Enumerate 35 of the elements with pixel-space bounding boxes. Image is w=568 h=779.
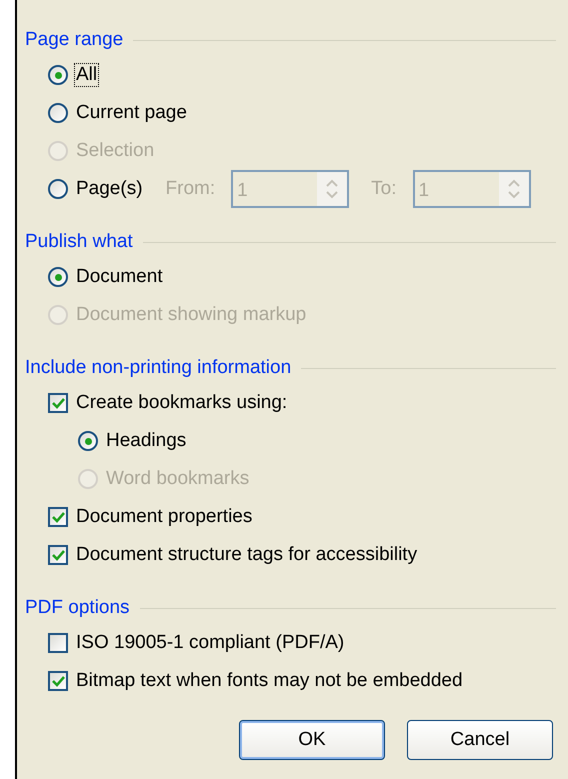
option-label: Current page bbox=[75, 102, 188, 124]
option-label: Document showing markup bbox=[75, 304, 308, 326]
checkmark-icon bbox=[52, 511, 64, 523]
radio-button[interactable] bbox=[78, 431, 98, 451]
checkbox[interactable] bbox=[48, 393, 68, 413]
group-title: Include non-printing information bbox=[25, 357, 292, 379]
checkbox[interactable] bbox=[48, 507, 68, 527]
group-title: Page range bbox=[25, 29, 124, 51]
to-label: To: bbox=[371, 178, 396, 200]
option-label: Page(s) bbox=[75, 178, 144, 200]
group-title: PDF options bbox=[25, 597, 130, 619]
option-label: Document properties bbox=[75, 506, 254, 528]
radio-button[interactable] bbox=[48, 267, 68, 287]
option-label: ISO 19005-1 compliant (PDF/A) bbox=[75, 632, 346, 654]
option-label: Bitmap text when fonts may not be embedded bbox=[75, 670, 464, 692]
radio-button[interactable] bbox=[48, 65, 68, 85]
checkmark-icon bbox=[52, 397, 64, 409]
option-label: Create bookmarks using: bbox=[75, 392, 288, 414]
checkbox[interactable] bbox=[48, 633, 68, 653]
group-title: Publish what bbox=[25, 231, 133, 253]
option-label: Document structure tags for accessibility bbox=[75, 544, 418, 566]
radio-button[interactable] bbox=[48, 103, 68, 123]
checkbox[interactable] bbox=[48, 671, 68, 691]
radio-button[interactable] bbox=[48, 179, 68, 199]
checkmark-icon bbox=[52, 675, 64, 687]
cancel-button[interactable]: Cancel bbox=[407, 720, 553, 760]
option-label: Document bbox=[75, 266, 164, 288]
from-label: From: bbox=[166, 178, 216, 200]
option-label: Word bookmarks bbox=[105, 468, 250, 490]
checkbox[interactable] bbox=[48, 545, 68, 565]
checkmark-icon bbox=[52, 549, 64, 561]
option-label: Selection bbox=[75, 140, 156, 162]
option-label: Headings bbox=[105, 430, 188, 452]
option-label: All bbox=[75, 64, 98, 86]
ok-button[interactable]: OK bbox=[239, 720, 385, 760]
